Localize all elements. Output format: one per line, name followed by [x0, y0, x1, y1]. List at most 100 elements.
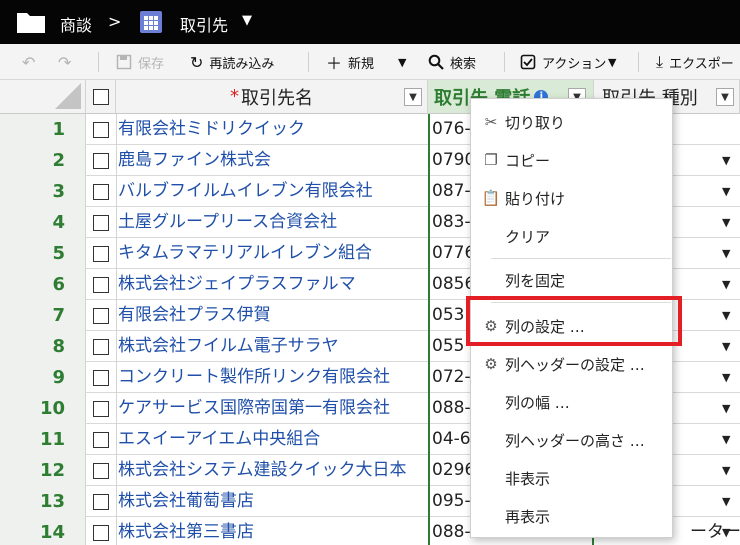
- account-name-cell[interactable]: 株式会社システム建設クイック大日本: [116, 455, 428, 486]
- reload-icon: ↻: [190, 52, 204, 72]
- menu-item-label: コピー: [505, 151, 551, 170]
- account-name-cell[interactable]: 株式会社葡萄書店: [116, 486, 428, 517]
- menu-item-label: 列を固定: [505, 271, 566, 290]
- menu-item-label: 再表示: [505, 507, 551, 526]
- row-checkbox[interactable]: [93, 370, 109, 386]
- type-dropdown-icon[interactable]: ▼: [722, 145, 730, 176]
- column-header-name[interactable]: * 取引先名 ▼: [116, 80, 428, 114]
- account-name-cell[interactable]: 株式会社第三書店: [116, 517, 428, 545]
- menu-item-cut[interactable]: ✂ 切り取り: [471, 103, 674, 141]
- menu-item-paste[interactable]: 📋 貼り付け: [471, 179, 674, 217]
- menu-item-label: 非表示: [505, 469, 551, 488]
- row-checkbox[interactable]: [93, 525, 109, 541]
- highlight-box: [466, 296, 682, 346]
- account-name-cell[interactable]: 有限会社プラス伊賀: [116, 300, 428, 331]
- select-all-corner-icon: [55, 83, 81, 109]
- redo-button[interactable]: ↷: [58, 44, 77, 80]
- type-dropdown-icon[interactable]: ▼: [722, 455, 730, 486]
- menu-item-label: 列の幅 …: [505, 393, 570, 412]
- menu-item-copy[interactable]: ❐ コピー: [471, 141, 674, 179]
- row-checkbox[interactable]: [93, 308, 109, 324]
- row-checkbox[interactable]: [93, 246, 109, 262]
- action-dropdown-caret-icon[interactable]: ▼: [608, 44, 616, 80]
- reload-button[interactable]: ↻ 再読み込み: [190, 44, 274, 80]
- breadcrumb-parent[interactable]: 商談: [60, 12, 92, 36]
- account-name-cell[interactable]: 土屋グループリース合資会社: [116, 207, 428, 238]
- copy-icon: ❐: [484, 151, 498, 169]
- toolbar-divider: [638, 52, 639, 72]
- type-dropdown-icon[interactable]: ▼: [722, 486, 730, 517]
- new-dropdown-caret-icon[interactable]: ▼: [398, 44, 406, 80]
- row-checkbox[interactable]: [93, 432, 109, 448]
- menu-item-hide[interactable]: 非表示: [471, 459, 674, 497]
- account-name-cell[interactable]: キタムラマテリアルイレブン組合: [116, 238, 428, 269]
- row-number: 14: [0, 517, 86, 545]
- row-checkbox[interactable]: [93, 153, 109, 169]
- account-name-cell[interactable]: 有限会社ミドリクイック: [116, 114, 428, 145]
- row-checkbox[interactable]: [93, 184, 109, 200]
- menu-item-column-header-height[interactable]: 列ヘッダーの高さ …: [471, 421, 674, 459]
- title-menu-caret-icon[interactable]: ▼: [242, 13, 252, 28]
- menu-item-label: 列ヘッダーの高さ …: [505, 431, 645, 450]
- save-button[interactable]: 保存: [116, 44, 164, 80]
- row-number: 9: [0, 362, 86, 393]
- type-dropdown-icon[interactable]: ▼: [722, 331, 730, 362]
- gear-icon: ⚙: [484, 355, 498, 373]
- row-number: 8: [0, 331, 86, 362]
- type-dropdown-icon[interactable]: ▼: [722, 393, 730, 424]
- folder-icon[interactable]: [16, 10, 46, 34]
- menu-item-clear[interactable]: クリア: [471, 217, 674, 255]
- account-name-cell[interactable]: 株式会社フイルム電子サラヤ: [116, 331, 428, 362]
- undo-button[interactable]: ↶: [22, 44, 41, 80]
- account-name-cell[interactable]: ケアサービス国際帝国第一有限会社: [116, 393, 428, 424]
- row-number: 4: [0, 207, 86, 238]
- row-checkbox[interactable]: [93, 215, 109, 231]
- account-name-cell[interactable]: 株式会社ジェイプラスファルマ: [116, 269, 428, 300]
- row-checkbox[interactable]: [93, 401, 109, 417]
- grid-corner[interactable]: [0, 80, 86, 114]
- row-number: 5: [0, 238, 86, 269]
- type-dropdown-icon[interactable]: ▼: [722, 176, 730, 207]
- search-button[interactable]: 検索: [428, 44, 476, 80]
- type-dropdown-icon[interactable]: ▼: [722, 300, 730, 331]
- row-checkbox[interactable]: [93, 277, 109, 293]
- row-number: 6: [0, 269, 86, 300]
- account-name-cell[interactable]: バルブフイルムイレブン有限会社: [116, 176, 428, 207]
- menu-item-column-header-settings[interactable]: ⚙ 列ヘッダーの設定 …: [471, 345, 674, 383]
- search-label: 検索: [450, 56, 477, 72]
- save-label: 保存: [138, 56, 165, 72]
- search-icon: [428, 54, 444, 70]
- export-button[interactable]: ⤓ エクスポー: [656, 44, 734, 80]
- type-dropdown-icon[interactable]: ▼: [722, 238, 730, 269]
- account-name-cell[interactable]: 鹿島ファイン株式会: [116, 145, 428, 176]
- type-dropdown-icon[interactable]: ▼: [722, 517, 730, 545]
- row-checkbox[interactable]: [93, 339, 109, 355]
- scissors-icon: ✂: [484, 113, 498, 131]
- new-button[interactable]: ＋ 新規: [326, 44, 374, 80]
- action-button[interactable]: アクション: [520, 44, 606, 80]
- new-label: 新規: [348, 56, 375, 72]
- column-header-name-label: 取引先名: [241, 87, 313, 109]
- row-checkbox[interactable]: [93, 463, 109, 479]
- title-bar: 商談 > 取引先 ▼: [0, 0, 740, 44]
- row-checkbox[interactable]: [93, 494, 109, 510]
- account-name-cell[interactable]: エスイーアイエム中央組合: [116, 424, 428, 455]
- menu-item-unhide[interactable]: 再表示: [471, 497, 674, 535]
- row-number: 11: [0, 424, 86, 455]
- account-name-cell[interactable]: コンクリート製作所リンク有限会社: [116, 362, 428, 393]
- menu-item-freeze-column[interactable]: 列を固定: [471, 261, 674, 299]
- row-number: 7: [0, 300, 86, 331]
- toolbar-divider: [504, 52, 505, 72]
- save-icon: [116, 54, 132, 70]
- toolbar: ↶ ↷ 保存 ↻ 再読み込み ＋ 新規 ▼ 検索 アクション ▼ ⤓ エクスポー: [0, 44, 740, 80]
- row-number: 2: [0, 145, 86, 176]
- type-dropdown-icon[interactable]: ▼: [722, 269, 730, 300]
- select-all-checkbox[interactable]: [92, 88, 109, 105]
- menu-item-column-width[interactable]: 列の幅 …: [471, 383, 674, 421]
- filter-dropdown-icon[interactable]: ▼: [716, 88, 734, 106]
- type-dropdown-icon[interactable]: ▼: [722, 207, 730, 238]
- filter-dropdown-icon[interactable]: ▼: [404, 88, 422, 106]
- type-dropdown-icon[interactable]: ▼: [722, 424, 730, 455]
- row-checkbox[interactable]: [93, 122, 109, 138]
- type-dropdown-icon[interactable]: ▼: [722, 362, 730, 393]
